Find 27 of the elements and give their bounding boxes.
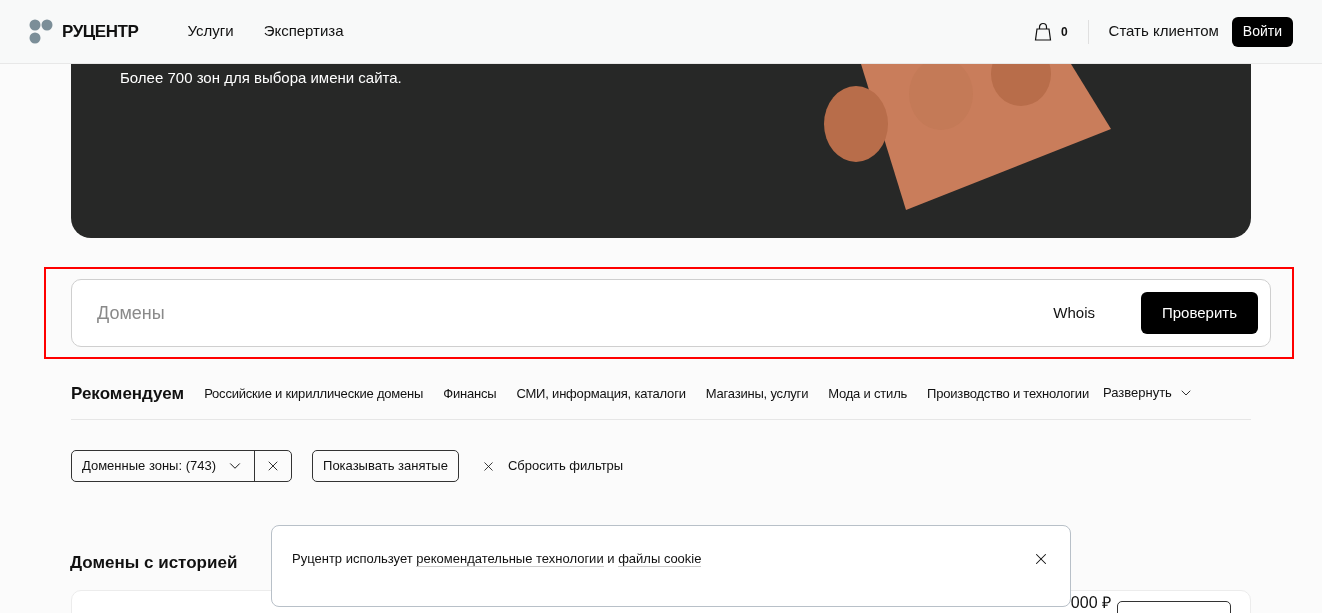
logo-icon bbox=[29, 19, 54, 44]
cookie-notice: Руцентр использует рекомендательные технологии и файлы cookie bbox=[292, 550, 703, 569]
category-link[interactable]: Мода и стиль bbox=[828, 382, 908, 404]
show-taken-button[interactable]: Показывать занятые bbox=[312, 450, 459, 482]
cookie-files-link[interactable]: файлы cookie bbox=[618, 551, 702, 567]
domain-price: 000 ₽ bbox=[1070, 594, 1111, 611]
category-link[interactable]: Магазины, услуги bbox=[705, 382, 809, 404]
nav-link[interactable]: Услуги bbox=[187, 20, 234, 43]
recommend-title: Рекомендуем bbox=[71, 383, 185, 405]
category-link[interactable]: Российские и кириллические домены bbox=[204, 382, 424, 404]
recommendation-tech-link[interactable]: рекомендательные технологии bbox=[416, 551, 604, 567]
hero-subtitle: Более 700 зон для выбора имени сайта. bbox=[120, 68, 402, 88]
whois-link[interactable]: Whois bbox=[1053, 301, 1095, 325]
check-button[interactable]: Проверить bbox=[1141, 292, 1258, 334]
logo-text[interactable]: РУЦЕНТР bbox=[62, 18, 139, 45]
category-link[interactable]: Финансы bbox=[443, 382, 497, 404]
history-title: Домены с историей bbox=[70, 552, 238, 574]
domain-search-field[interactable]: Домены Whois Проверить bbox=[71, 279, 1271, 347]
category-link[interactable]: СМИ, информация, каталоги bbox=[516, 382, 686, 404]
category-link[interactable]: Производство и технологии bbox=[927, 382, 1089, 404]
become-client-link[interactable]: Стать клиентом bbox=[1108, 20, 1219, 43]
nav-link[interactable]: Экспертиза bbox=[263, 20, 344, 43]
shopping-bag-icon[interactable] bbox=[1032, 21, 1053, 42]
reset-filters-button[interactable]: Сбросить фильтры bbox=[480, 456, 624, 476]
login-button[interactable]: Войти bbox=[1231, 16, 1293, 47]
cart-count: 0 bbox=[1060, 23, 1068, 41]
expand-button[interactable]: Развернуть bbox=[1102, 382, 1194, 403]
